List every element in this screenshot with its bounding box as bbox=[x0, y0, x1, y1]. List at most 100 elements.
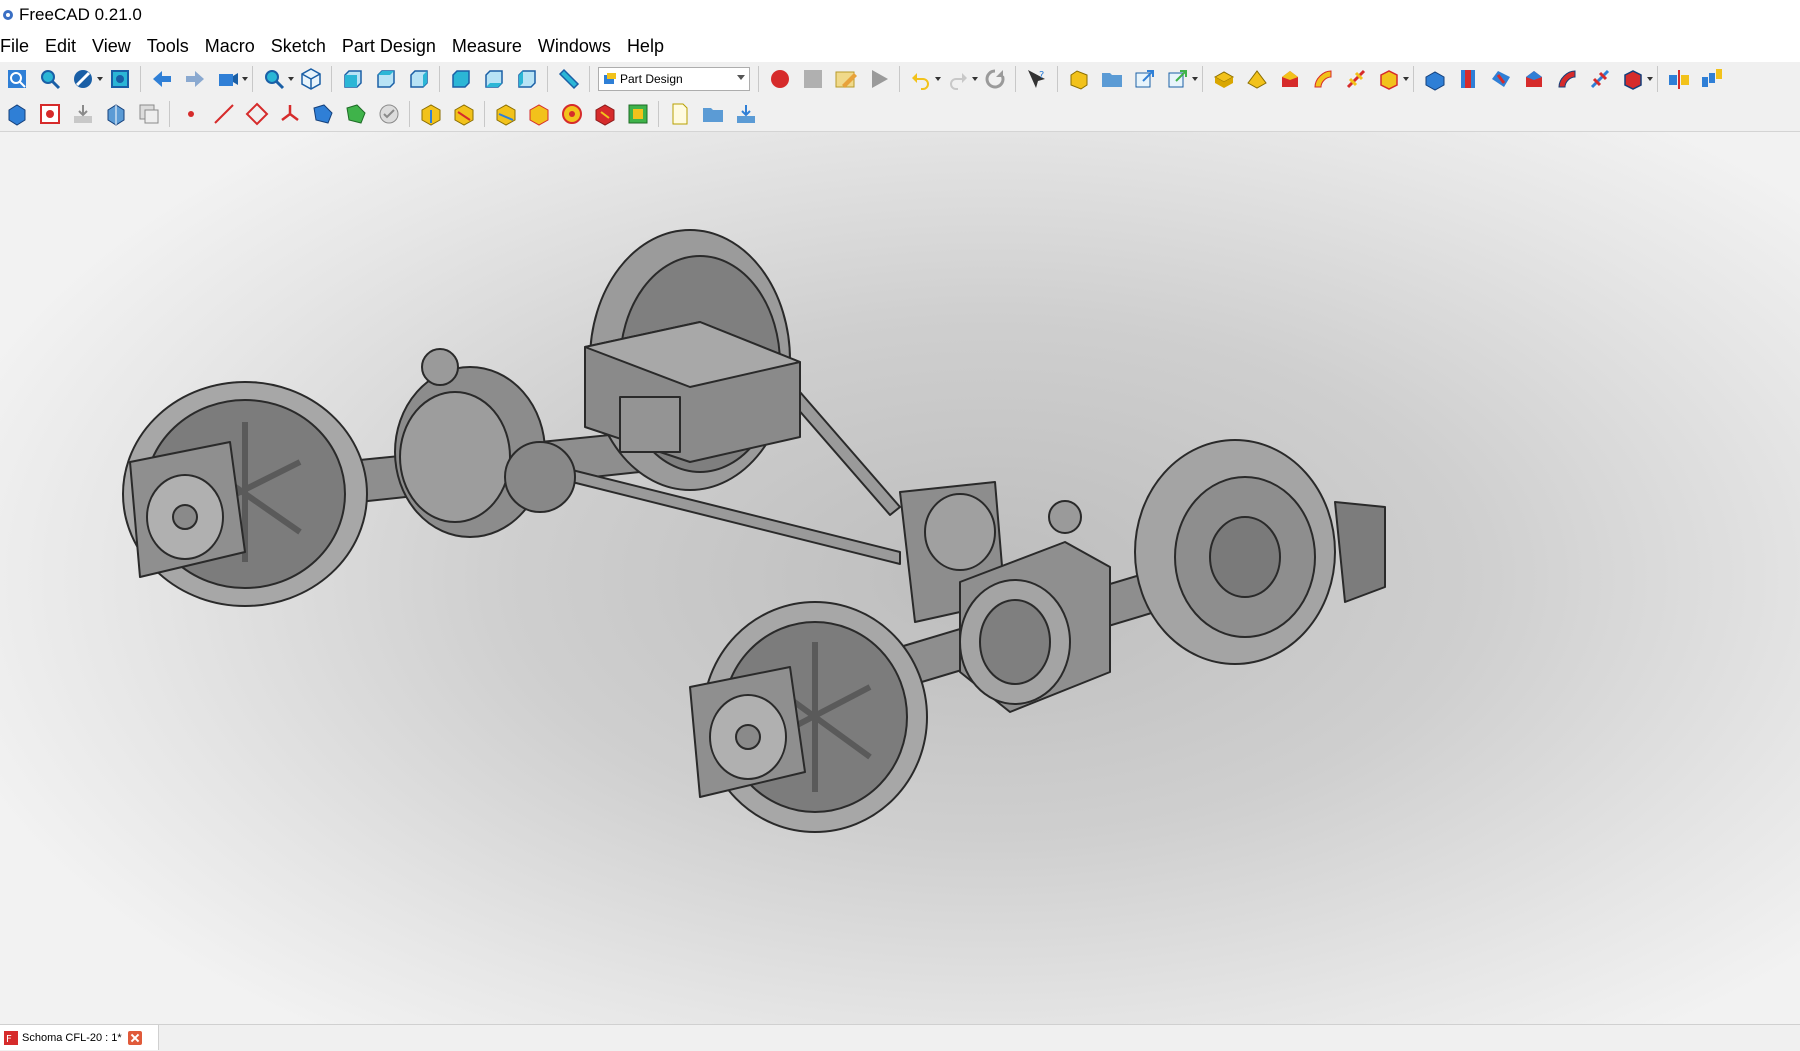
polar-pattern-button[interactable] bbox=[558, 100, 586, 128]
menu-sketch[interactable]: Sketch bbox=[263, 30, 334, 62]
macro-run-button[interactable] bbox=[865, 65, 893, 93]
datum-point-button[interactable] bbox=[177, 100, 205, 128]
close-icon[interactable] bbox=[127, 1030, 142, 1045]
thickness-button[interactable] bbox=[525, 100, 553, 128]
create-sketch-button[interactable] bbox=[309, 100, 337, 128]
linear-pattern-button[interactable] bbox=[1698, 65, 1726, 93]
menu-windows[interactable]: Windows bbox=[530, 30, 619, 62]
additive-primitive-dropdown[interactable] bbox=[1403, 65, 1409, 93]
hole-button[interactable] bbox=[1454, 65, 1482, 93]
hole-icon bbox=[1461, 70, 1475, 88]
undo-button[interactable] bbox=[907, 65, 935, 93]
check-geometry-button[interactable] bbox=[375, 100, 403, 128]
menu-view[interactable]: View bbox=[84, 30, 139, 62]
toolbar-separator bbox=[252, 66, 253, 92]
menu-macro[interactable]: Macro bbox=[197, 30, 263, 62]
menu-measure[interactable]: Measure bbox=[444, 30, 530, 62]
zoom-dropdown[interactable] bbox=[288, 65, 294, 93]
front-view-button[interactable] bbox=[339, 65, 367, 93]
subtractive-primitive-button[interactable] bbox=[1619, 65, 1647, 93]
bottom-view-button[interactable] bbox=[480, 65, 508, 93]
save-document-button[interactable] bbox=[732, 100, 760, 128]
zoom-button[interactable] bbox=[260, 65, 288, 93]
right-view-button[interactable] bbox=[405, 65, 433, 93]
pocket-button[interactable] bbox=[1421, 65, 1449, 93]
macro-record-button[interactable] bbox=[766, 65, 794, 93]
subtractive-pipe-button[interactable] bbox=[1553, 65, 1581, 93]
isometric-view-button[interactable] bbox=[297, 65, 325, 93]
document-tab[interactable]: F Schoma CFL-20 : 1* bbox=[0, 1025, 159, 1050]
redo-button[interactable] bbox=[944, 65, 972, 93]
datum-plane-button[interactable] bbox=[243, 100, 271, 128]
macro-stop-button[interactable] bbox=[799, 65, 827, 93]
sync-view-dropdown[interactable] bbox=[242, 65, 248, 93]
top-view-button[interactable] bbox=[372, 65, 400, 93]
additive-primitive-button[interactable] bbox=[1375, 65, 1403, 93]
stop-icon bbox=[804, 70, 822, 88]
menu-part-design[interactable]: Part Design bbox=[334, 30, 444, 62]
additive-pipe-button[interactable] bbox=[1309, 65, 1337, 93]
menu-file[interactable]: File bbox=[0, 30, 37, 62]
forward-button[interactable] bbox=[181, 65, 209, 93]
sync-view-button[interactable] bbox=[214, 65, 242, 93]
create-part-button[interactable] bbox=[1098, 65, 1126, 93]
additive-helix-button[interactable] bbox=[1342, 65, 1370, 93]
pad-button[interactable] bbox=[1210, 65, 1238, 93]
draw-style-dropdown[interactable] bbox=[97, 65, 103, 93]
bounding-box-button[interactable] bbox=[106, 65, 134, 93]
whats-this-button[interactable]: ? bbox=[1023, 65, 1051, 93]
draw-style-button[interactable] bbox=[69, 65, 97, 93]
redo-icon bbox=[950, 73, 967, 90]
sub-shape-binder-button[interactable] bbox=[69, 100, 97, 128]
create-body-button[interactable] bbox=[1065, 65, 1093, 93]
subtractive-pipe-icon bbox=[1558, 70, 1576, 88]
left-view-button[interactable] bbox=[513, 65, 541, 93]
new-document-button[interactable] bbox=[666, 100, 694, 128]
revolution-button[interactable] bbox=[1243, 65, 1271, 93]
menu-edit[interactable]: Edit bbox=[37, 30, 84, 62]
back-button[interactable] bbox=[148, 65, 176, 93]
clone-icon bbox=[107, 104, 125, 126]
mirrored-button[interactable] bbox=[1665, 65, 1693, 93]
menu-help[interactable]: Help bbox=[619, 30, 672, 62]
refresh-button[interactable] bbox=[981, 65, 1009, 93]
draw-style-icon bbox=[74, 70, 92, 88]
link-actions-button[interactable] bbox=[1164, 65, 1192, 93]
boolean-button[interactable] bbox=[135, 100, 163, 128]
undo-dropdown[interactable] bbox=[935, 65, 941, 93]
menu-bar: File Edit View Tools Macro Sketch Part D… bbox=[0, 30, 1800, 62]
fillet-button[interactable] bbox=[417, 100, 445, 128]
fit-all-button[interactable] bbox=[3, 65, 31, 93]
3d-viewport[interactable] bbox=[0, 132, 1800, 1024]
subtractive-loft-button[interactable] bbox=[1520, 65, 1548, 93]
multi-transform-button[interactable] bbox=[591, 100, 619, 128]
chamfer-button[interactable] bbox=[450, 100, 478, 128]
redo-dropdown[interactable] bbox=[972, 65, 978, 93]
open-document-button[interactable] bbox=[699, 100, 727, 128]
body-icon bbox=[1070, 70, 1088, 90]
body-blue-icon bbox=[8, 104, 26, 126]
local-coordinate-system-button[interactable] bbox=[276, 100, 304, 128]
macro-edit-button[interactable] bbox=[832, 65, 860, 93]
workbench-selector[interactable]: Part Design bbox=[598, 67, 750, 91]
rear-view-button[interactable] bbox=[447, 65, 475, 93]
link-actions-dropdown[interactable] bbox=[1192, 65, 1198, 93]
line-icon bbox=[214, 104, 234, 124]
datum-line-button[interactable] bbox=[210, 100, 238, 128]
subtractive-helix-button[interactable] bbox=[1586, 65, 1614, 93]
measure-distance-button[interactable] bbox=[555, 65, 583, 93]
clone-button[interactable] bbox=[102, 100, 130, 128]
validate-sketch-button[interactable] bbox=[342, 100, 370, 128]
arrow-left-icon bbox=[153, 71, 171, 87]
groove-button[interactable] bbox=[1487, 65, 1515, 93]
draft-button[interactable] bbox=[492, 100, 520, 128]
additive-loft-button[interactable] bbox=[1276, 65, 1304, 93]
shape-binder-button[interactable] bbox=[36, 100, 64, 128]
subtractive-primitive-dropdown[interactable] bbox=[1647, 65, 1653, 93]
link-actions-icon bbox=[1168, 70, 1187, 88]
body-button[interactable] bbox=[3, 100, 31, 128]
fit-selection-button[interactable] bbox=[36, 65, 64, 93]
scaled-button[interactable] bbox=[624, 100, 652, 128]
create-link-button[interactable] bbox=[1131, 65, 1159, 93]
menu-tools[interactable]: Tools bbox=[139, 30, 197, 62]
